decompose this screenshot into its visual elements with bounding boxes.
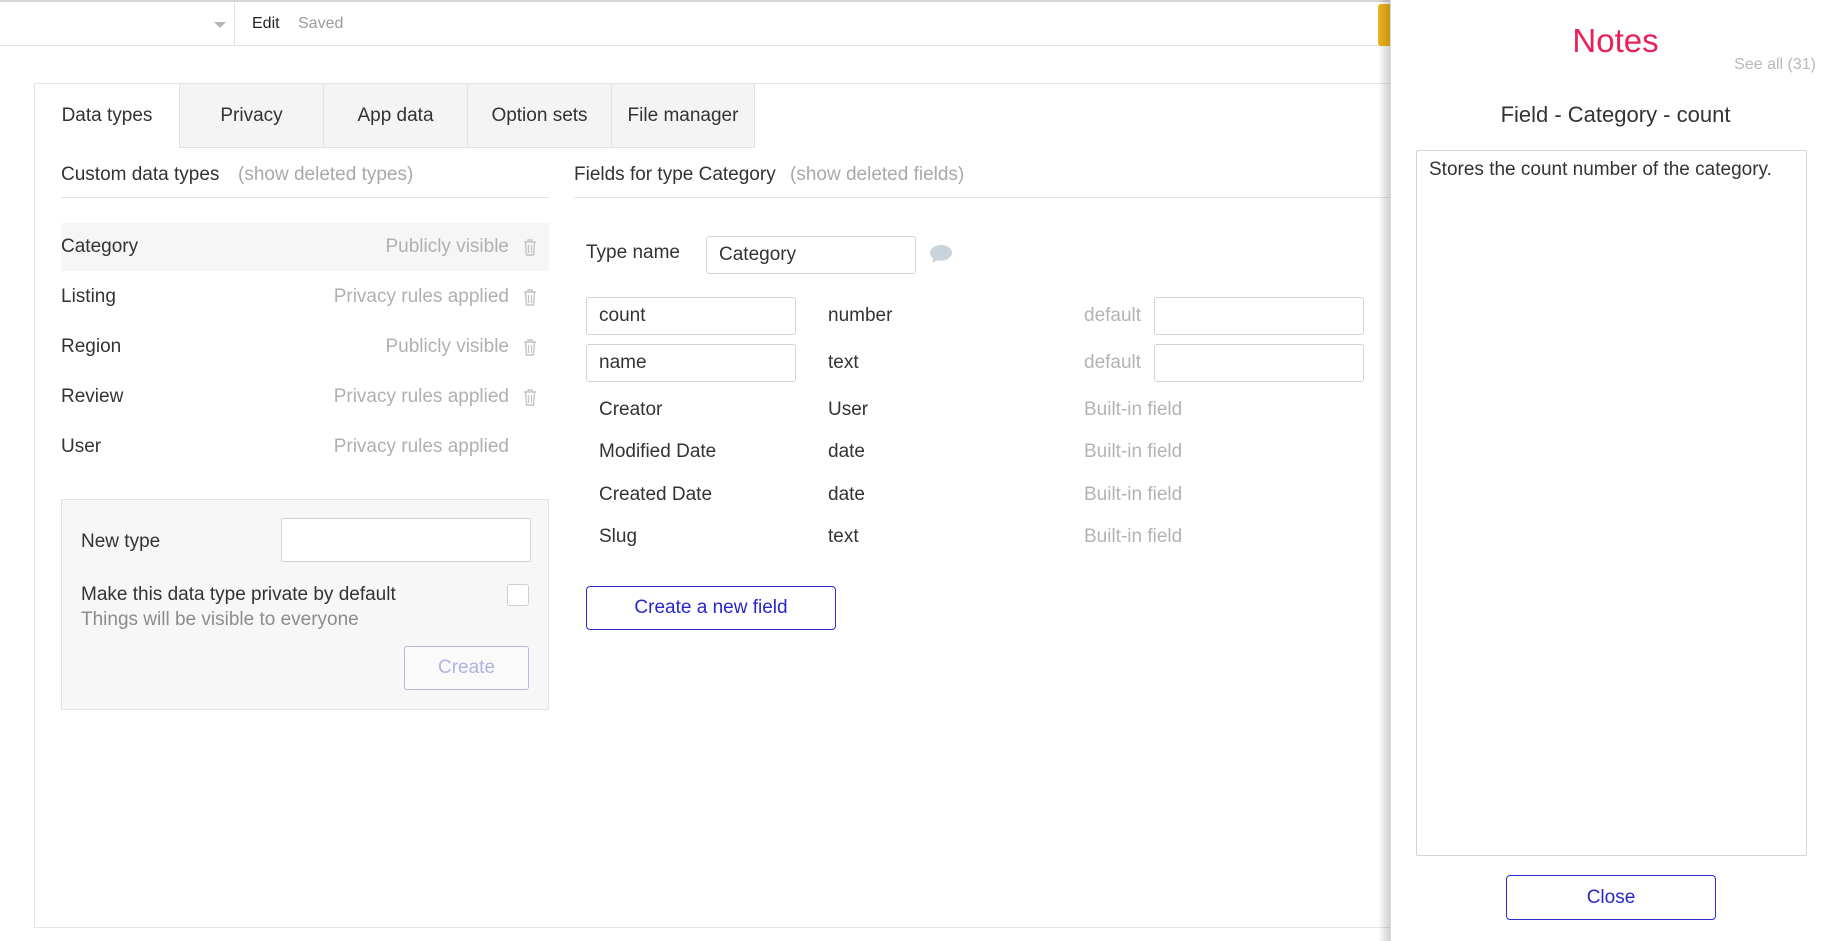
type-visibility: Privacy rules applied [333,386,509,407]
type-name: Review [61,386,124,407]
field-type: date [828,441,865,462]
new-type-form: New type Make this data type private by … [61,499,549,710]
type-name-input[interactable]: Category [706,236,916,274]
field-row-count: count number default [586,297,1376,337]
type-row-region[interactable]: Region Publicly visible [61,323,549,371]
notes-subject: Field - Category - count [1500,102,1731,127]
type-visibility: Privacy rules applied [333,286,509,307]
new-type-label: New type [81,531,161,552]
chevron-down-icon[interactable] [214,22,226,28]
type-visibility: Publicly visible [385,336,509,357]
field-default-input[interactable] [1154,344,1364,382]
field-name: Created Date [599,484,713,505]
type-name: Listing [61,286,116,307]
builtin-field-note: Built-in field [1084,484,1183,505]
tab-privacy[interactable]: Privacy [179,84,323,148]
tab-bar: Data types Privacy App data Option sets … [35,84,755,148]
builtin-field-note: Built-in field [1084,526,1183,547]
new-type-input[interactable] [281,518,531,562]
type-name: User [61,436,102,457]
type-visibility: Privacy rules applied [333,436,509,457]
field-name: Slug [599,526,638,547]
builtin-field-note: Built-in field [1084,441,1183,462]
type-name-label: Type name [586,242,680,263]
field-type[interactable]: number [828,305,892,327]
notes-textarea[interactable]: Stores the count number of the category. [1416,150,1807,856]
custom-types-title: Custom data types [61,164,220,185]
field-row-name: name text default [586,344,1376,384]
tab-app-data[interactable]: App data [323,84,467,148]
page-selector[interactable] [0,2,235,46]
edit-mode-label[interactable]: Edit [252,15,280,33]
private-default-label: Make this data type private by default [81,584,396,605]
comment-icon[interactable] [929,244,953,264]
field-default-input[interactable] [1154,297,1364,335]
tab-option-sets[interactable]: Option sets [467,84,611,148]
close-notes-button[interactable]: Close [1506,875,1716,920]
notes-panel-shadow [1378,0,1390,941]
save-status: Saved [298,15,344,32]
builtin-field-note: Built-in field [1084,399,1183,420]
trash-icon[interactable] [523,338,537,356]
type-row-listing[interactable]: Listing Privacy rules applied [61,273,549,321]
field-type[interactable]: text [828,352,859,374]
trash-icon[interactable] [523,288,537,306]
private-default-checkbox[interactable] [507,584,529,606]
type-row-review[interactable]: Review Privacy rules applied [61,373,549,421]
see-all-notes-link[interactable]: See all (31) [1734,56,1816,74]
builtin-field-row: Slug text Built-in field [586,518,1376,558]
field-name: Modified Date [599,441,717,462]
builtin-field-row: Created Date date Built-in field [586,476,1376,516]
field-type: date [828,484,865,505]
notes-panel: Notes See all (31) Field - Category - co… [1390,0,1839,941]
field-name-input[interactable]: name [586,344,796,382]
type-name: Category [61,236,139,257]
data-panel: Data types Privacy App data Option sets … [34,83,1434,928]
field-type: text [828,526,859,547]
create-type-button[interactable]: Create [404,646,529,690]
notes-title: Notes [1572,22,1659,59]
builtin-field-row: Modified Date date Built-in field [586,433,1376,473]
show-deleted-fields-link[interactable]: (show deleted fields) [790,164,964,186]
field-default-label: default [1084,305,1142,326]
field-type: User [828,399,869,420]
tab-file-manager[interactable]: File manager [611,84,755,148]
field-name-input[interactable]: count [586,297,796,335]
type-row-user[interactable]: User Privacy rules applied [61,423,549,471]
fields-header: Fields for type Category (show deleted f… [574,164,1434,198]
trash-icon[interactable] [523,238,537,256]
trash-icon[interactable] [523,388,537,406]
builtin-field-row: Creator User Built-in field [586,391,1376,431]
custom-types-header: Custom data types (show deleted types) [61,164,549,198]
field-default-label: default [1084,352,1142,373]
type-row-category[interactable]: Category Publicly visible [61,223,549,271]
tab-data-types[interactable]: Data types [35,84,179,148]
private-default-hint: Things will be visible to everyone [81,609,359,630]
fields-title: Fields for type Category [574,164,776,185]
create-new-field-button[interactable]: Create a new field [586,586,836,630]
show-deleted-types-link[interactable]: (show deleted types) [238,164,413,186]
field-name: Creator [599,399,663,420]
type-name: Region [61,336,122,357]
type-visibility: Publicly visible [385,236,509,257]
